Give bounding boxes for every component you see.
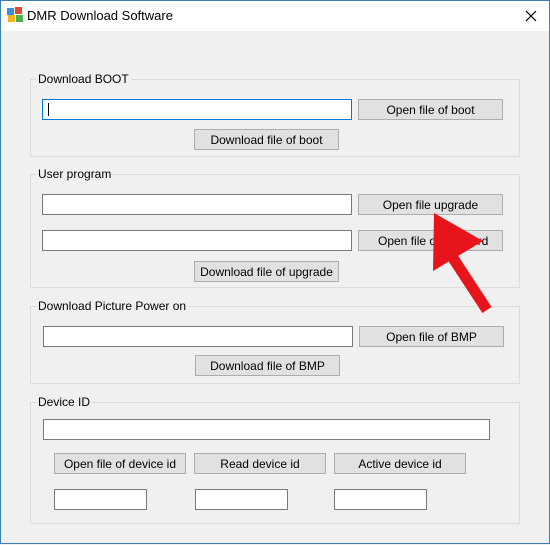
user-program-label: User program	[36, 167, 114, 181]
close-icon	[525, 10, 537, 22]
download-boot-label: Download BOOT	[36, 72, 131, 86]
app-colored-blocks-icon	[7, 7, 23, 22]
open-boot-button[interactable]: Open file of boot	[358, 99, 503, 120]
device-id-box-2[interactable]	[195, 489, 288, 510]
title-bar[interactable]: DMR Download Software	[1, 1, 549, 31]
open-second-file-label: Open file of	[378, 233, 440, 248]
device-id-box-3[interactable]	[334, 489, 427, 510]
window-title: DMR Download Software	[27, 8, 173, 23]
device-id-label: Device ID	[36, 395, 93, 409]
bmp-path-field[interactable]	[43, 326, 353, 347]
second-path-field[interactable]	[42, 230, 352, 251]
boot-path-field[interactable]	[42, 99, 352, 120]
picture-group-label: Download Picture Power on	[36, 299, 189, 313]
download-upgrade-button[interactable]: Download file of upgrade	[194, 261, 339, 282]
read-device-id-button[interactable]: Read device id	[194, 453, 326, 474]
open-upgrade-button[interactable]: Open file upgrade	[358, 194, 503, 215]
open-second-file-button[interactable]: Open file of ord	[358, 230, 503, 251]
open-second-file-label-tail: ord	[471, 233, 489, 248]
close-button[interactable]	[513, 1, 549, 31]
active-device-id-button[interactable]: Active device id	[334, 453, 466, 474]
device-id-box-1[interactable]	[54, 489, 147, 510]
text-caret	[48, 103, 49, 116]
open-device-id-button[interactable]: Open file of device id	[54, 453, 186, 474]
app-window: DMR Download Software Download BOOT Open…	[0, 0, 550, 544]
download-boot-button[interactable]: Download file of boot	[194, 129, 339, 150]
upgrade-path-field[interactable]	[42, 194, 352, 215]
open-bmp-button[interactable]: Open file of BMP	[359, 326, 504, 347]
device-id-field[interactable]	[43, 419, 490, 440]
download-bmp-button[interactable]: Download file of BMP	[195, 355, 340, 376]
